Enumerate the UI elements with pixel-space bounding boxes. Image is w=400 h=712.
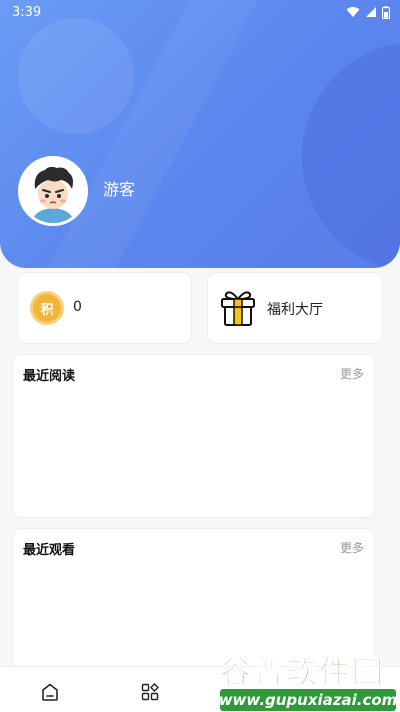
gift-icon [221, 291, 255, 326]
watermark-title: 谷普软件园 [220, 655, 385, 692]
recent-reading-section: 最近阅读 更多 [12, 354, 375, 518]
points-coin-icon: 积 [30, 291, 64, 325]
points-card[interactable]: 积 0 [17, 272, 192, 344]
welfare-hall-card[interactable]: 福利大厅 [207, 272, 383, 344]
recent-watching-title: 最近观看 [23, 543, 76, 558]
welfare-hall-label: 福利大厅 [267, 302, 323, 318]
category-grid-icon[interactable] [140, 682, 160, 702]
username-label[interactable]: 游客 [103, 176, 135, 200]
status-bar: 3:39 [0, 0, 400, 24]
wifi-icon [346, 7, 360, 17]
battery-icon [382, 5, 390, 19]
status-time: 3:39 [12, 4, 42, 20]
user-avatar[interactable] [18, 156, 88, 226]
header-decoration-circle [18, 18, 134, 134]
status-icons [346, 5, 390, 19]
profile-header [0, 0, 400, 268]
boy-avatar-icon [21, 159, 85, 223]
recent-reading-more-link[interactable]: 更多 [340, 365, 364, 382]
header-decoration-circle-large [302, 42, 400, 268]
home-icon[interactable] [40, 682, 60, 702]
recent-reading-title: 最近阅读 [23, 369, 76, 384]
watermark-url: www.gupuxiazai.com [218, 689, 398, 711]
recent-watching-more-link[interactable]: 更多 [340, 539, 364, 556]
watermark-logo: 谷普软件园 www.gupuxiazai.com [212, 645, 400, 712]
signal-icon [366, 7, 376, 17]
points-value: 0 [73, 299, 82, 315]
